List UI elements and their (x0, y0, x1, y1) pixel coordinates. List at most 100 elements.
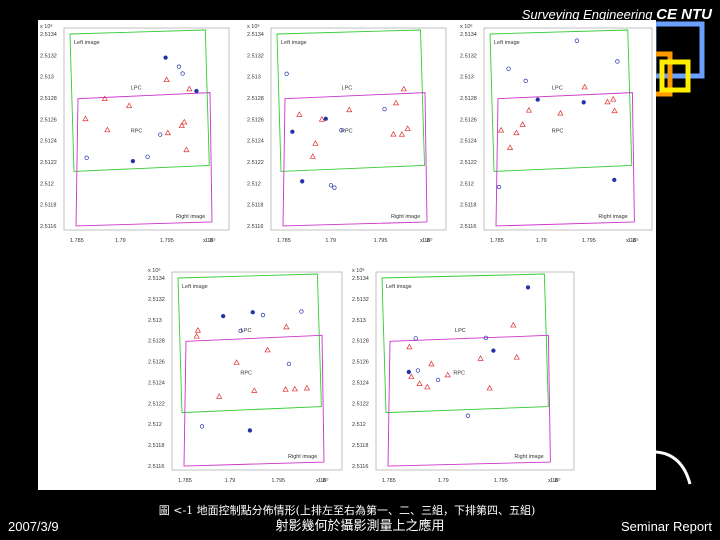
y-tick-label: 2.512 (148, 422, 162, 428)
control-point-triangle (101, 95, 108, 102)
y-exponent-label: x 10⁶ (460, 23, 473, 30)
control-point-triangle (581, 83, 588, 90)
y-tick-label: 2.512 (40, 181, 54, 187)
left-image-footprint (489, 29, 633, 172)
y-tick-label: 2.5134 (247, 32, 264, 38)
control-point-triangle (398, 131, 406, 137)
right-image-label: Right image (514, 454, 543, 460)
y-tick-label: 2.5118 (148, 443, 164, 449)
left-image-footprint (276, 29, 425, 172)
x-tick-label: 1.785 (277, 238, 291, 244)
y-tick-label: 2.5132 (148, 297, 165, 303)
y-tick-label: 2.5126 (148, 360, 165, 366)
check-point-circle (286, 361, 292, 367)
y-tick-label: 2.5132 (460, 53, 477, 59)
control-point-triangle (296, 111, 303, 117)
check-point-circle (250, 310, 255, 315)
left-image-label: Left image (281, 40, 307, 46)
check-point-circle (130, 158, 136, 164)
x-tick-label: 1.79 (115, 238, 126, 244)
y-tick-label: 2.5122 (148, 401, 165, 407)
axes-frame (375, 271, 575, 471)
control-point-triangle (181, 118, 188, 125)
control-point-triangle (506, 144, 514, 150)
x-exponent-label: x 10⁵ (626, 237, 639, 244)
y-tick-label: 2.5126 (352, 360, 369, 366)
y-exponent-label: x 10⁶ (40, 23, 53, 30)
control-point-triangle (408, 373, 415, 379)
x-tick-label: 1.79 (325, 238, 336, 244)
check-point-circle (299, 309, 304, 314)
y-tick-label: 2.513 (460, 75, 474, 81)
y-tick-label: 2.5116 (40, 224, 56, 230)
figure-area: x 10⁶ 2.5134 2.5132 2.513 2.5128 2.5126 2.5124… (38, 20, 656, 490)
check-point-circle (260, 312, 266, 318)
right-image-label: Right image (288, 454, 317, 460)
control-point-triangle (444, 371, 451, 378)
y-exponent-label: x 10⁶ (247, 23, 260, 30)
y-tick-label: 2.5128 (148, 339, 165, 345)
control-point-triangle (194, 327, 202, 333)
control-point-triangle (428, 360, 435, 367)
check-point-circle (382, 106, 387, 112)
y-tick-label: 2.5128 (40, 96, 57, 102)
check-point-circle (491, 348, 496, 353)
control-point-triangle (216, 393, 223, 399)
y-tick-label: 2.5118 (352, 443, 368, 449)
x-tick-label: 1.79 (225, 478, 236, 484)
check-point-circle (145, 154, 150, 159)
control-point-triangle (233, 359, 240, 365)
control-point-triangle (282, 386, 289, 392)
axes-frame (171, 271, 343, 471)
x-tick-label: 1.785 (490, 238, 504, 244)
control-point-triangle (610, 95, 617, 102)
y-tick-label: 2.5124 (148, 380, 165, 386)
control-point-triangle (283, 323, 290, 330)
check-point-circle (535, 97, 540, 102)
control-point-triangle (404, 125, 411, 131)
check-point-circle (525, 285, 531, 290)
y-tick-label: 2.5118 (40, 203, 56, 209)
control-point-triangle (193, 332, 200, 339)
control-point-triangle (183, 146, 190, 153)
check-point-circle (581, 100, 586, 105)
y-tick-label: 2.5128 (460, 96, 477, 102)
check-point-circle (194, 88, 199, 94)
y-tick-label: 2.5116 (460, 224, 476, 230)
y-tick-label: 2.513 (40, 75, 54, 81)
check-point-circle (300, 179, 305, 184)
x-exponent-label: x 10⁵ (420, 237, 433, 244)
x-exponent-label: x 10⁵ (548, 477, 561, 484)
control-point-triangle (477, 355, 484, 361)
right-image-footprint (75, 92, 213, 227)
y-tick-label: 2.513 (148, 318, 162, 324)
control-point-triangle (164, 129, 171, 136)
check-point-circle (176, 64, 182, 69)
y-tick-label: 2.5124 (40, 139, 57, 145)
control-point-triangle (346, 106, 353, 113)
right-image-label: Right image (176, 214, 205, 220)
x-tick-label: 1.795 (374, 238, 388, 244)
y-tick-label: 2.5116 (352, 464, 368, 470)
control-point-triangle (126, 102, 133, 109)
x-exponent-label: x 10⁵ (203, 237, 216, 244)
control-point-triangle (392, 99, 400, 106)
y-tick-label: 2.5118 (247, 203, 263, 209)
y-tick-label: 2.5124 (460, 139, 477, 145)
check-point-circle (84, 155, 89, 160)
right-image-label: Right image (598, 214, 627, 220)
y-tick-label: 2.5124 (352, 380, 369, 386)
control-point-triangle (486, 384, 493, 391)
control-point-triangle (82, 115, 89, 122)
control-point-triangle (291, 385, 298, 392)
y-tick-label: 2.5134 (460, 32, 477, 38)
control-point-triangle (312, 140, 319, 146)
check-point-circle (435, 377, 441, 383)
check-point-circle (180, 71, 185, 76)
right-image-label: Right image (391, 214, 420, 220)
x-tick-label: 1.79 (536, 238, 547, 244)
control-point-triangle (406, 343, 413, 350)
lpc-label: LPC (342, 85, 353, 91)
control-point-triangle (604, 98, 611, 105)
y-tick-label: 2.5134 (352, 276, 369, 282)
